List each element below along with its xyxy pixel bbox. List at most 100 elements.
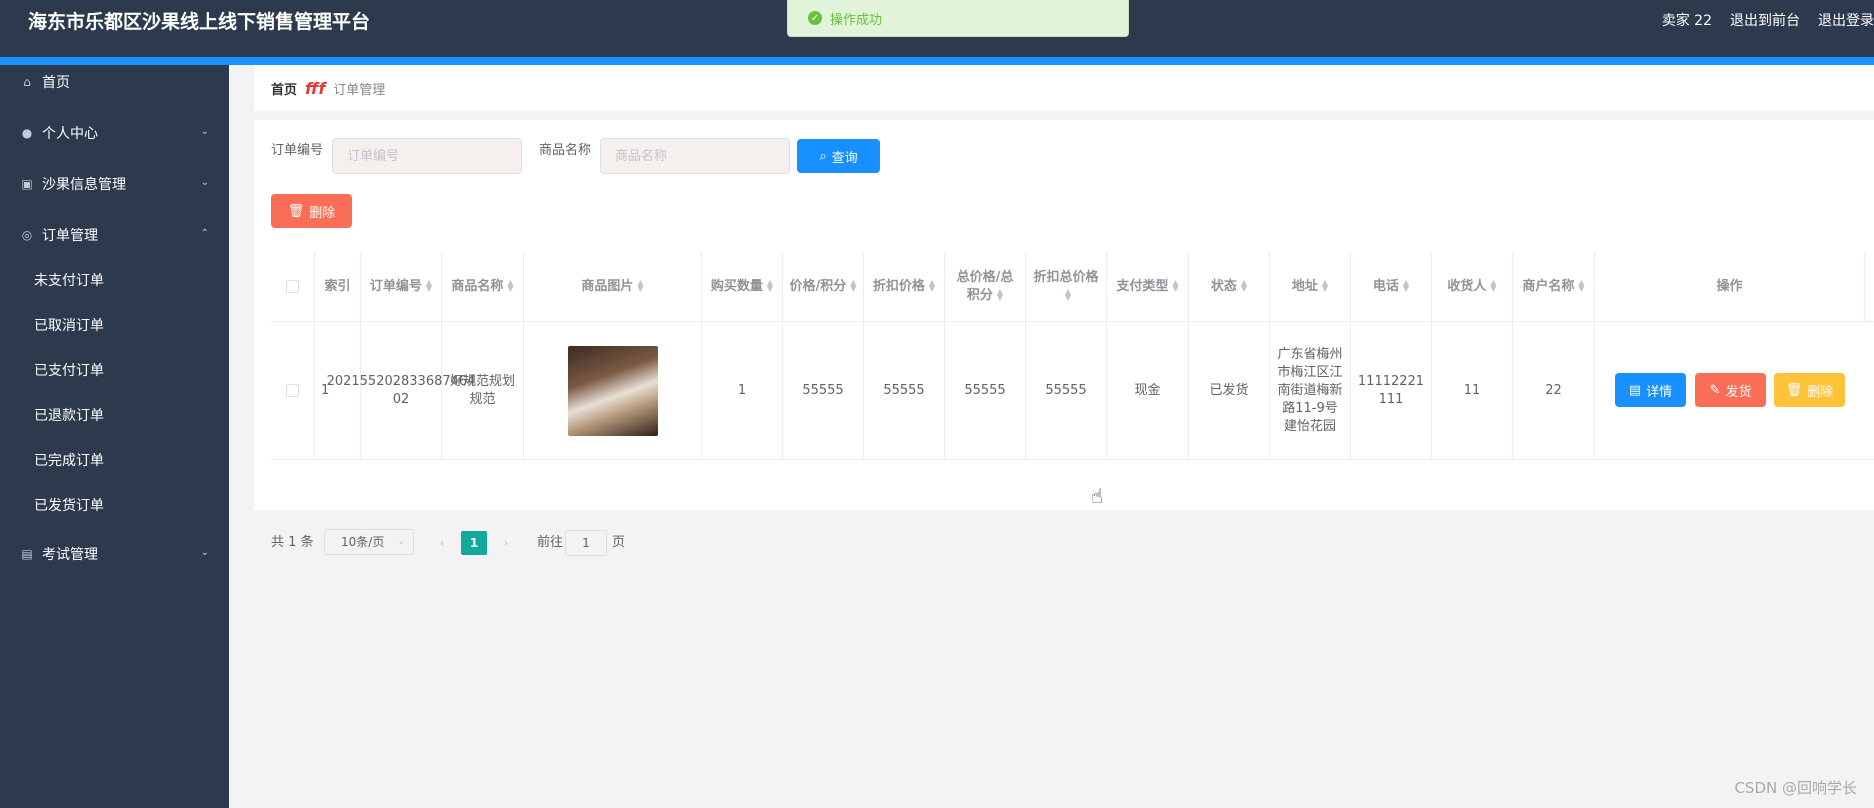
page-number-button[interactable]: 1 [461, 531, 487, 555]
ship-button[interactable]: ✎ 发货 [1695, 373, 1766, 407]
row-checkbox[interactable] [286, 384, 299, 397]
user-icon: ● [21, 126, 33, 140]
column-header: 操作 [1595, 252, 1865, 321]
breadcrumb: 首页 fff 订单管理 [254, 65, 1874, 111]
order-no-input[interactable] [332, 138, 522, 174]
row-checkbox-cell [271, 322, 315, 459]
goto-prefix: 前往 [537, 535, 564, 550]
order-icon: ◎ [21, 228, 33, 242]
order-list-card: 订单编号 商品名称 ⌕ 查询 🗑 删除 索引 订单编号▲▼ 商品名称▲▼ 商品图… [254, 120, 1874, 556]
toast-message: 操作成功 [830, 12, 883, 28]
column-header[interactable]: 订单编号 ▲ ▼ [361, 252, 442, 321]
column-header[interactable]: 购买数量 ▲ ▼ [702, 252, 783, 321]
page-size-select[interactable]: 10条/页 ⌄ [324, 529, 414, 555]
prev-page-button[interactable]: ‹ [429, 531, 455, 555]
sidebar-item-label: 订单管理 [42, 228, 98, 244]
column-header[interactable]: 总价格/总积分 ▲ ▼ [945, 252, 1026, 321]
sidebar-subitem-shipped[interactable]: 已发货订单 [0, 490, 229, 520]
sidebar-subitem-unpaid[interactable]: 未支付订单 [0, 265, 229, 295]
trash-icon: 🗑 [1785, 382, 1803, 398]
batch-delete-button[interactable]: 🗑 删除 [271, 194, 352, 228]
table-row: 1 202155202833687464 02 好规范规划规范 1 55555 … [271, 322, 1874, 460]
cell-status: 已发货 [1189, 322, 1270, 459]
sidebar: ⌂ 首页 ● 个人中心 ⌄ ▣ 沙果信息管理 ⌄ ◎ 订单管理 ⌃ 未支付订单 … [0, 65, 229, 808]
sidebar-subitem-completed[interactable]: 已完成订单 [0, 445, 229, 475]
pagination-total: 共 1 条 [271, 535, 314, 550]
select-all-checkbox[interactable] [286, 280, 299, 293]
column-header[interactable]: 折扣价格 ▲ ▼ [864, 252, 945, 321]
sidebar-subitem-paid[interactable]: 已支付订单 [0, 355, 229, 385]
sidebar-item-personal[interactable]: ● 个人中心 ⌄ [0, 118, 229, 148]
column-header[interactable]: 商品名称 ▲ ▼ [442, 252, 524, 321]
detail-button-label: 详情 [1646, 384, 1673, 400]
edit-icon: ✎ [1709, 382, 1721, 398]
chevron-down-icon: ⌄ [397, 537, 405, 547]
success-toast: ✓ 操作成功 [787, 0, 1129, 37]
check-circle-icon: ✓ [808, 11, 822, 25]
header-actions: 卖家 22 退出到前台 退出登录 [1662, 11, 1874, 31]
column-header[interactable]: 价格/积分 ▲ ▼ [783, 252, 864, 321]
chevron-down-icon: ⌄ [200, 547, 209, 558]
cell-pay-type: 现金 [1107, 322, 1189, 459]
sidebar-item-label: 个人中心 [42, 126, 98, 142]
column-header[interactable]: 折扣总价格▲ ▼ [1026, 252, 1107, 321]
chevron-down-icon: ⌄ [200, 126, 209, 137]
chevron-up-icon: ⌃ [200, 228, 209, 239]
home-icon: ⌂ [23, 75, 31, 89]
breadcrumb-home[interactable]: 首页 [271, 79, 297, 98]
cell-quantity: 1 [702, 322, 783, 459]
sidebar-item-exam[interactable]: ▤ 考试管理 ⌄ [0, 539, 229, 569]
main-content: 首页 fff 订单管理 订单编号 商品名称 ⌕ 查询 🗑 删除 索引 订单编号▲… [229, 65, 1874, 808]
product-name-label: 商品名称 [539, 143, 592, 158]
table-header: 索引 订单编号 ▲ ▼ 商品名称 ▲ ▼ 商品图片 ▲ ▼ 购买数量 ▲ ▼ 价格/积分 ▲ ▼ 折… [271, 252, 1874, 322]
chart-icon: ▣ [21, 177, 33, 191]
product-photo[interactable] [567, 345, 658, 436]
row-delete-button[interactable]: 🗑 删除 [1774, 373, 1845, 407]
hand-cursor-icon: ☝ [1091, 484, 1104, 508]
query-button[interactable]: ⌕ 查询 [797, 139, 880, 173]
cell-price: 55555 [783, 322, 864, 459]
column-header[interactable]: 收货人 ▲ ▼ [1432, 252, 1513, 321]
sidebar-item-label: 考试管理 [42, 547, 98, 563]
cell-merchant: 22 [1513, 322, 1595, 459]
cell-discount-total: 55555 [1026, 322, 1107, 459]
column-header[interactable]: 状态 ▲ ▼ [1189, 252, 1270, 321]
cell-product-name: 好规范规划规范 [442, 322, 524, 459]
cell-actions: ▤ 详情 ✎ 发货 🗑 删除 [1595, 322, 1874, 459]
header-accent-bar [0, 57, 1874, 65]
watermark: CSDN @回响学长 [1734, 779, 1857, 797]
breadcrumb-separator-icon: fff [305, 78, 326, 98]
detail-button[interactable]: ▤ 详情 [1615, 373, 1686, 407]
logout-link[interactable]: 退出登录 [1818, 11, 1874, 31]
search-icon: ⌕ [819, 148, 827, 164]
chevron-down-icon: ⌄ [200, 177, 209, 188]
sidebar-item-fruit-info[interactable]: ▣ 沙果信息管理 ⌄ [0, 169, 229, 199]
ship-button-label: 发货 [1725, 384, 1752, 400]
column-header[interactable]: 电话 ▲ ▼ [1351, 252, 1432, 321]
batch-delete-label: 删除 [309, 205, 336, 221]
select-all-checkbox-cell [271, 252, 315, 321]
breadcrumb-current: 订单管理 [333, 82, 386, 98]
product-name-input[interactable] [600, 138, 790, 174]
sidebar-item-orders[interactable]: ◎ 订单管理 ⌃ [0, 220, 229, 250]
column-header[interactable]: 索引 [315, 252, 361, 321]
sidebar-subitem-cancelled[interactable]: 已取消订单 [0, 310, 229, 340]
clipboard-icon: ▤ [21, 547, 33, 561]
column-header[interactable]: 商品图片 ▲ ▼ [524, 252, 702, 321]
column-header[interactable]: 地址 ▲ ▼ [1270, 252, 1351, 321]
goto-page-input[interactable]: 1 [565, 530, 607, 556]
cell-discount-price: 55555 [864, 322, 945, 459]
cell-product-image [524, 322, 702, 459]
app-title: 海东市乐都区沙果线上线下销售管理平台 [28, 11, 371, 33]
query-button-label: 查询 [831, 150, 858, 166]
column-header[interactable]: 支付类型 ▲ ▼ [1107, 252, 1189, 321]
row-delete-label: 删除 [1807, 384, 1834, 400]
next-page-button[interactable]: › [493, 531, 519, 555]
sidebar-item-home[interactable]: ⌂ 首页 [0, 67, 229, 97]
sidebar-item-label: 首页 [42, 75, 70, 91]
user-label[interactable]: 卖家 22 [1662, 11, 1712, 31]
to-front-link[interactable]: 退出到前台 [1730, 11, 1800, 31]
column-header[interactable]: 商户名称 ▲ ▼ [1513, 252, 1595, 321]
sidebar-subitem-refunded[interactable]: 已退款订单 [0, 400, 229, 430]
order-no-label: 订单编号 [271, 143, 324, 158]
